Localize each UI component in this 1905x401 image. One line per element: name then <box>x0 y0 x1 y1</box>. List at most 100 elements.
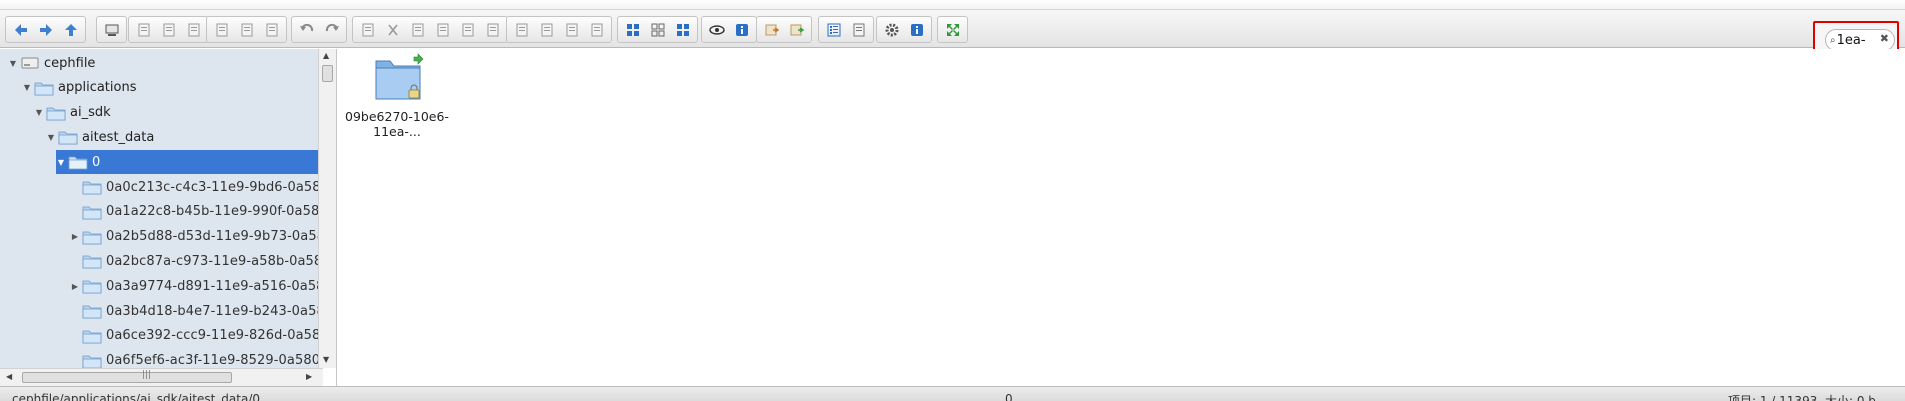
fullscreen-button[interactable] <box>941 18 964 41</box>
up-button[interactable] <box>59 18 82 41</box>
tree-item[interactable]: 0a2bc87a-c973-11e9-a58b-0a58 <box>70 249 322 273</box>
copy-button[interactable] <box>356 18 379 41</box>
rename-icon <box>460 22 476 38</box>
help-button[interactable] <box>905 18 928 41</box>
archive-icon <box>789 22 805 38</box>
extract-button[interactable] <box>760 18 783 41</box>
tree-item[interactable]: 0a1a22c8-b45b-11e9-990f-0a58 <box>70 200 319 224</box>
collapse-arrow-icon[interactable]: ▼ <box>34 108 44 117</box>
search-input[interactable]: ⌕ 1ea- ✖ <box>1825 29 1895 51</box>
edit-icon <box>485 22 501 38</box>
sort-button[interactable] <box>847 18 870 41</box>
rename-button[interactable] <box>456 18 479 41</box>
tree-item-label: 0a1a22c8-b45b-11e9-990f-0a58 <box>106 204 320 220</box>
cut-icon <box>385 22 401 38</box>
expand-arrow-icon[interactable]: ▶ <box>70 232 80 241</box>
small-icons-view-button[interactable] <box>646 18 669 41</box>
select-button[interactable] <box>260 18 283 41</box>
scroll-thumb-horizontal[interactable]: ||| <box>22 370 232 383</box>
toolbar-group-computer <box>96 16 127 43</box>
large-icons-view-button[interactable] <box>671 18 694 41</box>
eye-icon <box>708 22 725 38</box>
tree-item-label: applications <box>58 80 137 96</box>
help-icon <box>909 22 925 38</box>
cut-button[interactable] <box>381 18 404 41</box>
scroll-left-arrow[interactable]: ◀ <box>6 372 12 381</box>
collapse-arrow-icon[interactable]: ▼ <box>8 59 18 68</box>
tree-item[interactable]: 0a6ce392-ccc9-11e9-826d-0a58 <box>70 324 320 348</box>
settings-wheel-button[interactable] <box>585 18 608 41</box>
toolbar-group-extract <box>756 16 812 43</box>
tree-item-label: aitest_data <box>82 129 155 145</box>
collapse-arrow-icon[interactable]: ▼ <box>46 133 56 142</box>
refresh-button[interactable] <box>510 18 533 41</box>
tree-item[interactable]: ▼ 0 <box>56 150 322 175</box>
icons-view-button[interactable] <box>621 18 644 41</box>
duplicate-button[interactable] <box>431 18 454 41</box>
forward-button[interactable] <box>34 18 57 41</box>
new-file-icon <box>136 22 152 38</box>
eye-button[interactable] <box>705 18 728 41</box>
extract-icon <box>764 22 780 38</box>
info-panel-button[interactable] <box>730 18 753 41</box>
tree-item[interactable]: 0a6f5ef6-ac3f-11e9-8529-0a580 <box>70 349 320 368</box>
info-button[interactable] <box>560 18 583 41</box>
sort-icon <box>851 22 867 38</box>
select-all-button[interactable] <box>535 18 558 41</box>
tree-item-label: 0a0c213c-c4c3-11e9-9bd6-0a58 <box>106 179 321 195</box>
tree-item[interactable]: 0a0c213c-c4c3-11e9-9bd6-0a58 <box>70 175 321 199</box>
tree-item[interactable]: ▶ 0a2b5d88-d53d-11e9-9b73-0a58 <box>70 225 322 249</box>
toolbar-group-view <box>617 16 698 43</box>
list-view-button[interactable] <box>822 18 845 41</box>
clear-search-icon[interactable]: ✖ <box>1880 32 1889 45</box>
tree-item-label: 0a6f5ef6-ac3f-11e9-8529-0a580 <box>106 353 321 368</box>
redo-button[interactable] <box>320 18 343 41</box>
refresh-icon <box>514 22 530 38</box>
toolbar-group-visibility <box>701 16 757 43</box>
tree-item-label: 0a3b4d18-b4e7-11e9-b243-0a58 <box>106 303 323 319</box>
tree-item[interactable]: ▼ ai_sdk <box>34 101 111 125</box>
archive-button[interactable] <box>785 18 808 41</box>
disk-button[interactable] <box>235 18 258 41</box>
window-top-strip <box>0 0 1905 10</box>
scroll-down-arrow[interactable]: ▼ <box>323 355 329 364</box>
tree-item[interactable]: ▶ 0a3a9774-d891-11e9-a516-0a58 <box>70 274 323 298</box>
computer-button[interactable] <box>100 18 123 41</box>
drive-icon <box>20 55 40 71</box>
fullscreen-icon <box>945 22 961 38</box>
tree-item[interactable]: ▼ aitest_data <box>46 125 154 149</box>
tree-item-label: 0a3a9774-d891-11e9-a516-0a58 <box>106 278 323 294</box>
gear-button[interactable] <box>880 18 903 41</box>
paste-button[interactable] <box>406 18 429 41</box>
collapse-arrow-icon[interactable]: ▼ <box>22 83 32 92</box>
scroll-thumb[interactable] <box>322 65 333 82</box>
open-icon <box>161 22 177 38</box>
disk-icon <box>239 22 255 38</box>
save-icon <box>186 22 202 38</box>
undo-icon <box>299 22 315 38</box>
tree-item[interactable]: 0a3b4d18-b4e7-11e9-b243-0a58 <box>70 299 323 323</box>
tree-item[interactable]: ▼ cephfile <box>8 51 96 75</box>
open-button[interactable] <box>157 18 180 41</box>
expand-arrow-icon[interactable]: ▶ <box>70 282 80 291</box>
status-selected-count: 0 <box>1005 392 1013 401</box>
back-button[interactable] <box>9 18 32 41</box>
status-path: cephfile/applications/ai_sdk/aitest_data… <box>12 392 260 401</box>
folder-open-icon <box>68 154 88 170</box>
new-file-button[interactable] <box>132 18 155 41</box>
tree-vertical-scrollbar[interactable]: ▲ ▼ <box>318 49 336 368</box>
scroll-up-arrow[interactable]: ▲ <box>323 51 329 60</box>
preview-button[interactable] <box>210 18 233 41</box>
tree-item[interactable]: ▼ applications <box>22 76 137 100</box>
info-panel-icon <box>734 22 750 38</box>
folder-icon <box>82 229 102 245</box>
edit-button[interactable] <box>481 18 504 41</box>
save-button[interactable] <box>182 18 205 41</box>
computer-icon <box>104 22 120 38</box>
tree-horizontal-scrollbar[interactable]: ◀ ||| ▶ <box>0 368 323 386</box>
folder-icon <box>82 278 102 294</box>
folder-icon <box>82 303 102 319</box>
scroll-right-arrow[interactable]: ▶ <box>306 372 312 381</box>
undo-button[interactable] <box>295 18 318 41</box>
collapse-arrow-icon[interactable]: ▼ <box>56 158 66 167</box>
